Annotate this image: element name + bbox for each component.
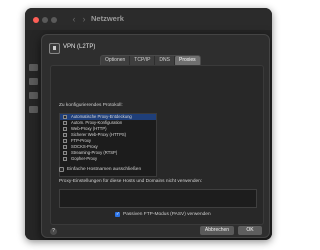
forward-arrow-icon[interactable]: ›	[79, 14, 89, 24]
protocol-row[interactable]: Gopher-Proxy	[60, 156, 156, 162]
window-title: Netzwerk	[91, 14, 124, 23]
proxies-pane: Zu konfigurierendes Protokoll: Automatis…	[50, 65, 264, 225]
zoom-window-button[interactable]	[51, 17, 57, 23]
proxies-sheet: VPN (L2TP) Optionen TCP/IP DNS Proxies Z…	[41, 34, 270, 238]
close-window-button[interactable]	[33, 17, 39, 23]
sidebar-service-icon[interactable]	[29, 106, 38, 113]
network-window: ‹ › Netzwerk VPN (L2TP) Optionen TCP/IP …	[25, 8, 272, 240]
passive-ftp-checkbox[interactable]	[115, 211, 120, 217]
protocols-label: Zu konfigurierendes Protokoll:	[59, 103, 123, 108]
ok-button[interactable]: OK	[238, 226, 262, 235]
help-button[interactable]: ?	[50, 228, 57, 235]
bypass-label: Proxy-Einstellungen für diese Hosts und …	[59, 179, 203, 184]
vpn-lock-icon	[49, 43, 60, 54]
cancel-button[interactable]: Abbrechen	[200, 226, 234, 235]
sidebar-service-icon[interactable]	[29, 64, 38, 71]
protocol-checkbox[interactable]	[63, 157, 67, 161]
exclude-simple-hostnames-checkbox[interactable]	[59, 167, 64, 172]
exclude-simple-hostnames-label: Einfache Hostnamen ausschließen	[67, 167, 142, 172]
bypass-hosts-field[interactable]	[59, 189, 257, 208]
back-arrow-icon[interactable]: ‹	[69, 14, 79, 24]
minimize-window-button[interactable]	[42, 17, 48, 23]
service-name: VPN (L2TP)	[63, 44, 96, 50]
sidebar-service-icon[interactable]	[29, 92, 38, 99]
protocol-checkbox[interactable]	[63, 115, 67, 119]
protocol-label: Gopher-Proxy	[71, 156, 98, 161]
title-bar: ‹ › Netzwerk	[25, 8, 272, 30]
sidebar-service-icon[interactable]	[29, 78, 38, 85]
protocol-checkbox[interactable]	[63, 151, 67, 155]
passive-ftp-label: Passiven FTP-Modus (PASV) verwenden	[123, 212, 211, 217]
protocol-checkbox[interactable]	[63, 133, 67, 137]
protocol-checkbox[interactable]	[63, 121, 67, 125]
protocol-checkbox[interactable]	[63, 139, 67, 143]
protocol-checkbox[interactable]	[63, 127, 67, 131]
protocol-checkbox[interactable]	[63, 145, 67, 149]
